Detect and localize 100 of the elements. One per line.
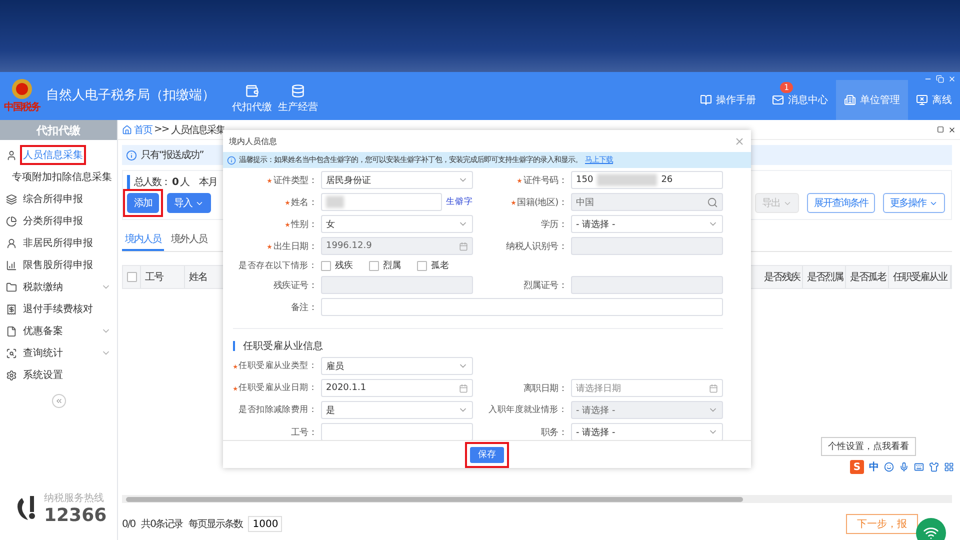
per-page-input[interactable]: 1000 — [248, 516, 282, 532]
sidebar-item[interactable]: 退付手续费核对 — [0, 298, 117, 320]
sidebar-item[interactable]: 分类所得申报 — [0, 210, 117, 232]
field-label: 姓名： — [233, 196, 317, 208]
checkbox-option[interactable]: 残疾 — [321, 259, 353, 272]
receipt-icon — [6, 304, 17, 314]
field-label: 离职日期： — [522, 382, 567, 394]
section-title: 任职受雇从业信息 — [243, 340, 323, 353]
required-mark-icon — [233, 364, 238, 368]
horizontal-scrollbar[interactable] — [122, 495, 952, 503]
sidebar-item[interactable]: 优惠备案 — [0, 320, 117, 342]
monitor-icon — [916, 94, 928, 106]
field-label: 学历： — [540, 218, 567, 230]
rare-character-link[interactable]: 生僻字 — [446, 196, 473, 208]
checkbox[interactable] — [127, 272, 137, 282]
field-label: 是否扣除减除费用： — [238, 404, 317, 416]
input-field[interactable]: 150 26 — [571, 171, 723, 189]
input-field[interactable] — [321, 193, 442, 211]
select-field[interactable]: 女 — [321, 215, 473, 233]
summary-extra: 本月 — [198, 176, 217, 189]
header-action[interactable]: 离线 — [908, 80, 960, 120]
field-label: 任职受雇从业类型： — [233, 360, 317, 372]
sidebar-item[interactable]: 人员信息采集 — [0, 144, 117, 166]
calendar-icon — [459, 384, 468, 392]
breadcrumb-link[interactable]: 首页 — [134, 122, 152, 136]
bar-chart-icon — [6, 260, 17, 270]
sidebar-title: 代扣代缴 — [0, 120, 117, 140]
required-mark-icon — [511, 200, 516, 204]
wallet-icon — [245, 84, 259, 98]
calendar-icon — [459, 242, 468, 250]
input-field[interactable] — [321, 423, 473, 440]
sidebar-item[interactable]: 系统设置 — [0, 364, 117, 386]
select-field[interactable]: 雇员 — [321, 357, 473, 375]
wifi-icon[interactable] — [916, 518, 946, 540]
per-page-label: 每页显示条数 — [188, 518, 242, 531]
sidebar-item[interactable]: 综合所得申报 — [0, 188, 117, 210]
app-title: 自然人电子税务局（扣缴端） — [46, 88, 215, 104]
search-icon — [707, 196, 718, 208]
microphone-icon[interactable] — [899, 462, 909, 472]
person-icon — [6, 238, 17, 248]
field-label: 残疾证号： — [272, 280, 317, 292]
date-field[interactable]: 2020.1.1 — [321, 379, 473, 397]
save-button[interactable]: 保存 — [470, 446, 504, 462]
summary-label: 总人数： — [134, 176, 170, 189]
nav-item[interactable]: 代扣代缴 — [229, 84, 275, 114]
grid-icon[interactable] — [944, 462, 954, 472]
date-field[interactable]: 请选择日期 — [571, 379, 723, 397]
field-label: 是否存在以下情形： — [238, 260, 317, 272]
sidebar-item[interactable]: 限售股所得申报 — [0, 254, 117, 276]
toolbar-button[interactable]: 更多操作 — [883, 193, 945, 213]
required-mark-icon — [284, 200, 290, 204]
sidebar-item[interactable]: 专项附加扣除信息采集 — [0, 166, 117, 188]
smiley-icon[interactable] — [884, 462, 894, 472]
home-icon — [122, 124, 132, 134]
header-action[interactable]: 1 消息中心 — [764, 80, 836, 120]
layers-icon — [6, 194, 17, 204]
close-icon[interactable] — [948, 126, 956, 134]
required-mark-icon — [517, 178, 522, 182]
mail-icon — [772, 94, 784, 106]
column-header: 是否烈属 — [803, 266, 846, 288]
header-action[interactable]: 操作手册 — [692, 80, 764, 120]
select-field[interactable]: - 请选择 - — [571, 423, 723, 440]
field-label: 国籍(地区)： — [483, 196, 567, 208]
input-mode-toggle[interactable]: 中 — [869, 460, 879, 474]
collapse-button[interactable] — [52, 394, 66, 408]
checkbox-option[interactable]: 孤老 — [417, 259, 449, 272]
restore-icon[interactable] — [936, 75, 944, 83]
dialog-title: 境内人员信息 — [229, 136, 277, 146]
select-field[interactable]: 是 — [321, 401, 473, 419]
person-icon — [6, 150, 17, 160]
checkbox-option[interactable]: 烈属 — [369, 259, 401, 272]
info-icon — [227, 156, 236, 164]
keyboard-icon[interactable] — [914, 462, 924, 472]
sidebar-item[interactable]: 查询统计 — [0, 342, 117, 364]
sidebar-item[interactable]: 税款缴纳 — [0, 276, 117, 298]
sidebar-item[interactable]: 非居民所得申报 — [0, 232, 117, 254]
maximize-icon[interactable] — [937, 126, 944, 132]
calendar-icon — [709, 384, 718, 392]
column-header: 任职受雇从业 — [889, 266, 951, 288]
toolbar-button[interactable]: 展开查询条件 — [807, 193, 875, 213]
shirt-icon[interactable] — [929, 462, 939, 472]
coin-stack-icon — [291, 84, 305, 98]
field-label: 入职年度就业情形： — [488, 404, 567, 416]
summary-count: 0 — [172, 176, 178, 188]
breadcrumb-separator: >> — [154, 124, 169, 135]
emblem-icon — [9, 78, 35, 100]
column-header: 是否残疾 — [760, 266, 803, 288]
nav-item[interactable]: 生产经营 — [275, 84, 321, 114]
tab[interactable]: 境外人员 — [168, 229, 210, 251]
logo-text: 中国税务 — [4, 100, 40, 114]
required-mark-icon — [233, 386, 238, 390]
tab[interactable]: 境内人员 — [122, 229, 164, 251]
field-label: 烈属证号： — [522, 280, 567, 292]
toolbar-button[interactable]: 导入 — [167, 193, 211, 213]
field-label: 职务： — [540, 426, 567, 438]
note-field[interactable] — [321, 298, 723, 316]
summary-unit: 人 — [180, 176, 189, 189]
select-field[interactable]: - 请选择 - — [571, 215, 723, 233]
select-field[interactable]: 居民身份证 — [321, 171, 473, 189]
field-label: 性别： — [233, 218, 317, 230]
